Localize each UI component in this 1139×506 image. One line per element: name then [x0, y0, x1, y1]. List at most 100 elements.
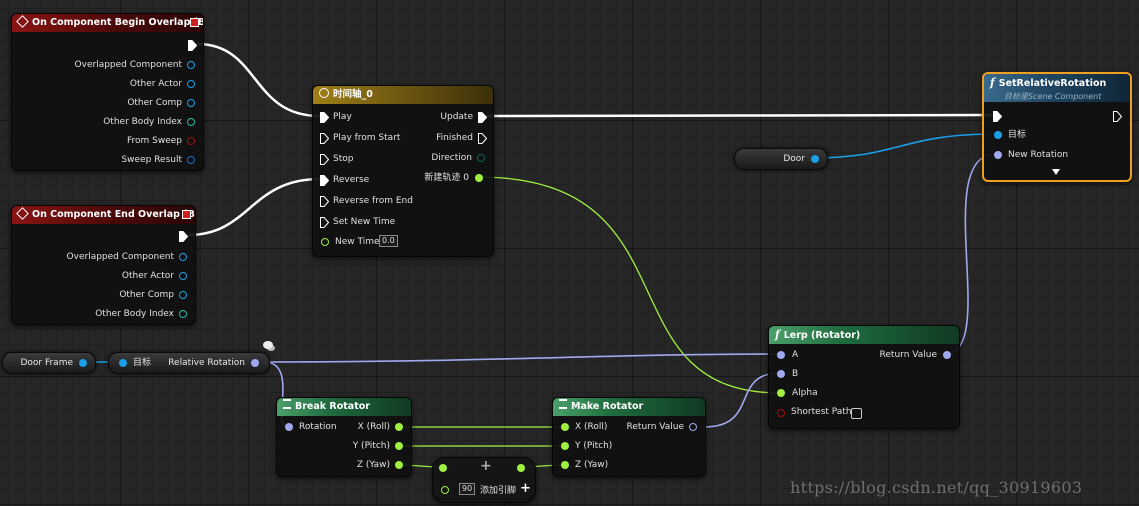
set-relative-rotation-header[interactable]: f SetRelativeRotation 目标是Scene Component	[984, 74, 1130, 102]
overlapped-component-pin[interactable]	[179, 253, 187, 261]
pin-label-set-new-time: Set New Time	[333, 217, 396, 227]
finished-exec-pin[interactable]	[478, 133, 487, 144]
delegate-square-icon[interactable]	[190, 18, 199, 27]
add-output-pin[interactable]	[517, 464, 525, 472]
end-overlap-event-node[interactable]: On Component End Overlap (Box) Overlappe…	[11, 205, 196, 325]
other-comp-pin[interactable]	[187, 99, 195, 107]
exec-out-pin[interactable]	[188, 40, 197, 51]
pin-label-play-from-start: Play from Start	[333, 133, 401, 143]
exec-out-pin[interactable]	[1113, 111, 1122, 122]
begin-overlap-event-node[interactable]: On Component Begin Overlap (Box) Overlap…	[11, 13, 204, 171]
other-body-index-pin[interactable]	[187, 118, 195, 126]
break-y-pitch-pin[interactable]	[395, 442, 403, 450]
get-target-pin[interactable]	[119, 359, 127, 367]
reverse-exec-pin[interactable]	[320, 175, 329, 186]
make-z-yaw-pin[interactable]	[561, 461, 569, 469]
clock-icon	[319, 88, 329, 98]
shortest-path-checkbox[interactable]	[851, 408, 862, 419]
target-pin[interactable]	[994, 131, 1002, 139]
exec-wire-end-reverse	[187, 177, 321, 237]
break-z-yaw-pin[interactable]	[395, 461, 403, 469]
make-x-roll-pin[interactable]	[561, 423, 569, 431]
other-body-index-pin[interactable]	[179, 310, 187, 318]
set-relative-rotation-node[interactable]: f SetRelativeRotation 目标是Scene Component …	[982, 72, 1132, 182]
get-relative-rotation-node[interactable]: 目标 Relative Rotation	[108, 352, 270, 374]
object-wire-door	[811, 133, 997, 159]
sweep-result-pin[interactable]	[187, 156, 195, 164]
end-overlap-header[interactable]: On Component End Overlap (Box)	[12, 206, 195, 224]
play-from-start-exec-pin[interactable]	[320, 133, 329, 144]
pin-label-shortest-path: Shortest Path	[791, 407, 852, 417]
break-icon	[283, 399, 291, 409]
door-frame-output-pin[interactable]	[79, 359, 87, 367]
from-sweep-pin[interactable]	[187, 137, 195, 145]
begin-overlap-header[interactable]: On Component Begin Overlap (Box)	[12, 14, 203, 32]
make-rotator-node[interactable]: Make Rotator X (Roll) Y (Pitch) Z (Yaw) …	[552, 397, 706, 477]
other-comp-pin[interactable]	[179, 291, 187, 299]
relative-rotation-pin[interactable]	[251, 359, 259, 367]
new-track-pin[interactable]	[475, 174, 483, 182]
lerp-b-pin[interactable]	[777, 370, 785, 378]
pin-label-other-body-index: Other Body Index	[103, 117, 182, 127]
make-y-pitch-pin[interactable]	[561, 442, 569, 450]
add-float-node[interactable]: + 90 添加引脚 +	[432, 457, 536, 503]
pin-label-new-track: 新建轨迹 0	[424, 173, 469, 183]
lerp-alpha-pin[interactable]	[777, 389, 785, 397]
plus-icon: +	[480, 458, 492, 474]
lerp-return-value-pin[interactable]	[943, 351, 951, 359]
lerp-a-pin[interactable]	[777, 351, 785, 359]
set-new-time-exec-pin[interactable]	[320, 217, 329, 228]
add-input-b-pin[interactable]	[441, 486, 449, 494]
end-overlap-title: On Component End Overlap (Box)	[32, 209, 196, 220]
pin-label-reverse: Reverse	[333, 175, 370, 185]
lerp-rotator-node[interactable]: f Lerp (Rotator) A B Alpha Shortest Path …	[768, 325, 960, 429]
add-b-value-box[interactable]: 90	[459, 483, 476, 495]
break-rotator-node[interactable]: Break Rotator Rotation X (Roll) Y (Pitch…	[276, 397, 412, 477]
triangle-down-icon[interactable]	[1052, 169, 1060, 175]
pin-label-alpha: Alpha	[792, 388, 818, 398]
new-time-pin[interactable]	[321, 238, 329, 246]
lerp-shortest-path-pin[interactable]	[777, 409, 785, 417]
timeline-header[interactable]: 时间轴_0	[313, 86, 493, 104]
direction-pin[interactable]	[477, 154, 485, 162]
pin-label-overlapped-component: Overlapped Component	[74, 60, 182, 70]
break-x-roll-pin[interactable]	[395, 423, 403, 431]
update-exec-pin[interactable]	[478, 112, 487, 123]
door-frame-variable-node[interactable]: Door Frame	[2, 352, 96, 374]
timeline-title: 时间轴_0	[333, 89, 373, 100]
reroute-knot-icon[interactable]	[263, 341, 273, 349]
play-exec-pin[interactable]	[320, 112, 329, 123]
other-actor-pin[interactable]	[187, 80, 195, 88]
relative-rotation-label: Relative Rotation	[168, 358, 245, 368]
door-output-pin[interactable]	[811, 155, 819, 163]
make-rotator-title: Make Rotator	[571, 401, 644, 412]
timeline-node[interactable]: 时间轴_0 Play Play from Start Stop Reverse …	[312, 85, 494, 257]
make-return-value-pin[interactable]	[689, 423, 697, 431]
delegate-square-icon[interactable]	[182, 210, 191, 219]
add-pin-plus-icon[interactable]: +	[520, 482, 531, 496]
pin-label-a: A	[792, 350, 799, 360]
new-time-value-box[interactable]: 0.0	[379, 235, 398, 247]
add-input-a-pin[interactable]	[439, 464, 447, 472]
make-rotator-header[interactable]: Make Rotator	[553, 398, 705, 416]
lerp-header[interactable]: f Lerp (Rotator)	[769, 326, 959, 344]
door-variable-node[interactable]: Door	[734, 148, 828, 170]
reverse-from-end-exec-pin[interactable]	[320, 196, 329, 207]
other-actor-pin[interactable]	[179, 272, 187, 280]
new-time-value[interactable]: 0.0	[379, 235, 398, 247]
new-rotation-pin[interactable]	[994, 151, 1002, 159]
pin-label-return-value: Return Value	[626, 422, 684, 432]
pin-label-rotation: Rotation	[299, 422, 337, 432]
lerp-title: Lerp (Rotator)	[783, 330, 861, 341]
stop-exec-pin[interactable]	[320, 154, 329, 165]
exec-out-pin[interactable]	[179, 231, 188, 242]
set-relative-rotation-subtitle: 目标是Scene Component	[1004, 92, 1102, 101]
make-icon	[559, 399, 567, 409]
overlapped-component-pin[interactable]	[187, 61, 195, 69]
exec-in-pin[interactable]	[993, 111, 1002, 122]
pin-label-finished: Finished	[436, 133, 473, 143]
rotator-wire-rel-a	[251, 353, 781, 363]
break-rotator-header[interactable]: Break Rotator	[277, 398, 411, 416]
break-rotation-input-pin[interactable]	[285, 423, 293, 431]
add-b-value[interactable]: 90	[459, 483, 476, 495]
